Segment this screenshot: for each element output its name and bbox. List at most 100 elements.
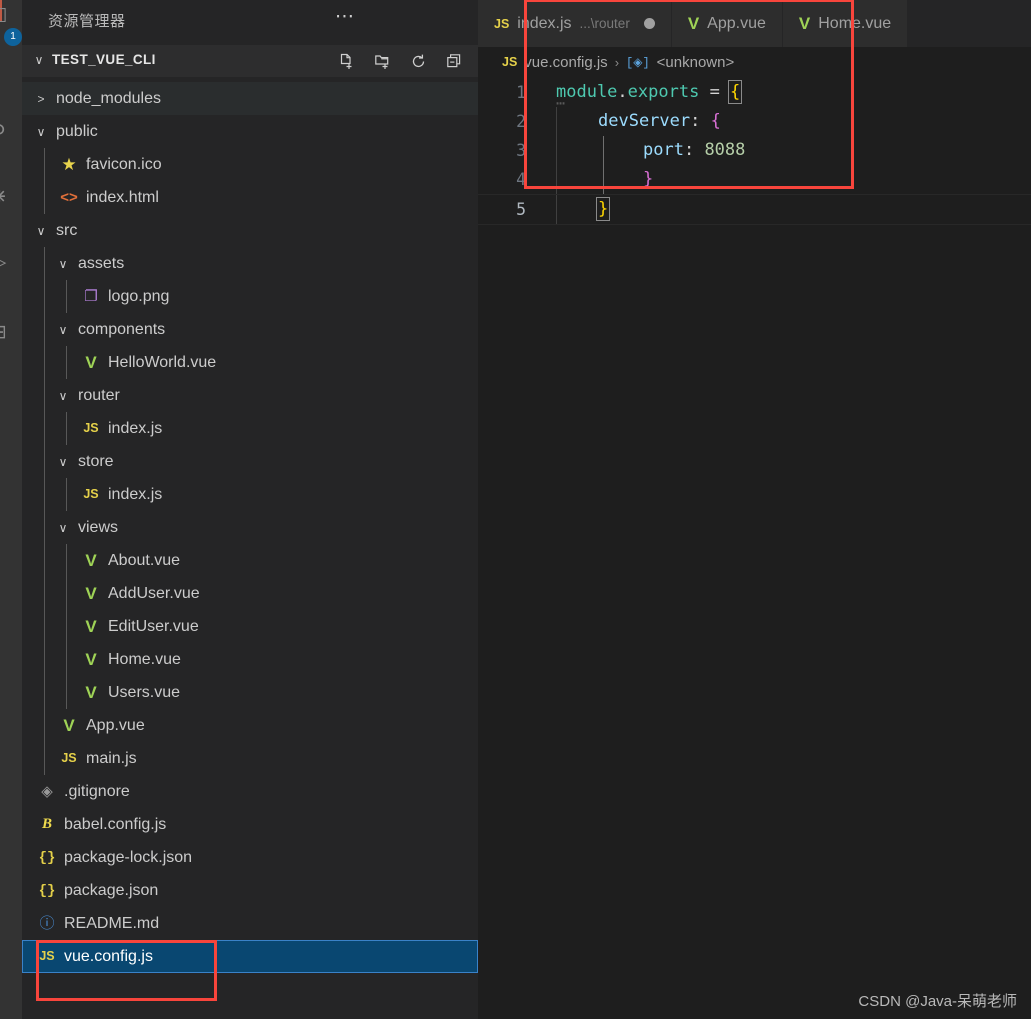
breadcrumb: JS vue.config.js › [◈] <unknown> [478,47,1031,77]
chevron-right-icon: › [614,54,620,70]
js-icon: JS [494,16,510,31]
sidebar-actions [334,49,466,73]
code-editor[interactable]: 1 module.exports = { ⋯ 2 devServer: { 3 … [478,78,1031,258]
tree-item-adduser-vue[interactable]: V AddUser.vue [22,577,478,610]
line-number: 2 [516,112,526,131]
chevron-right-icon[interactable]: > [30,92,52,106]
tree-item-public[interactable]: ∨ public [22,115,478,148]
chevron-down-icon[interactable]: ∨ [30,125,52,139]
extensions-icon[interactable]: ⊞ [0,318,14,348]
tree-item-label: components [78,320,166,338]
tab-home-vue[interactable]: V Home.vue [782,0,909,47]
tree-indent-guide [44,247,45,280]
tree-item-edituser-vue[interactable]: V EditUser.vue [22,610,478,643]
tree-item-logo-png[interactable]: ❐ logo.png [22,280,478,313]
new-file-icon[interactable] [334,49,358,73]
chevron-down-icon[interactable]: ∨ [52,455,74,469]
tree-indent-guide [44,709,45,742]
folder-section-header[interactable]: ∨ TEST_VUE_CLI [22,45,478,77]
source-control-icon[interactable]: ⋇ [0,182,14,212]
port-value: 8088 [704,140,746,160]
line-number: 5 [516,200,526,219]
tree-item-package-lock-json[interactable]: {} package-lock.json [22,841,478,874]
tree-indent-guide [44,346,45,379]
json-icon: {} [38,849,56,866]
tree-item-src[interactable]: ∨ src [22,214,478,247]
tree-indent-guide [66,676,67,709]
tree-item-about-vue[interactable]: V About.vue [22,544,478,577]
code-line[interactable]: 2 devServer: { [478,107,1031,136]
tree-item-users-vue[interactable]: V Users.vue [22,676,478,709]
line-number: 1 [516,83,526,102]
tree-item-readme-md[interactable]: ⓘ README.md [22,907,478,940]
tree-item-label: package.json [64,881,159,899]
vue-icon: V [85,584,97,603]
tree-indent-guide [66,280,67,313]
tree-item-store[interactable]: ∨ store [22,445,478,478]
collapse-all-icon[interactable] [442,49,466,73]
chevron-down-icon[interactable]: ∨ [30,224,52,238]
tree-item-assets[interactable]: ∨ assets [22,247,478,280]
code-line[interactable]: 1 module.exports = { ⋯ [478,78,1031,111]
tree-item-favicon-ico[interactable]: ★ favicon.ico [22,148,478,181]
chevron-down-icon[interactable]: ∨ [52,521,74,535]
breadcrumb-symbol[interactable]: <unknown> [657,54,735,71]
tree-item-vue-config-js[interactable]: JS vue.config.js [22,940,478,973]
tree-item-node-modules[interactable]: > node_modules [22,82,478,115]
tree-item-index-js[interactable]: JS index.js [22,478,478,511]
tree-indent-guide [44,148,45,181]
markdown-icon: ⓘ [39,915,55,932]
explorer-badge: 1 [4,28,22,46]
module-symbol-icon: [◈] [626,55,650,70]
run-debug-icon[interactable]: ▷ [0,248,14,278]
tree-indent-guide [66,346,67,379]
tree-item-label: assets [78,254,125,272]
line-number: 4 [516,170,526,189]
sidebar-more-actions-icon[interactable]: ⋯ [330,6,360,32]
chevron-down-icon: ∨ [34,53,44,67]
line-content: } [595,197,611,221]
tree-item-label: main.js [86,749,137,767]
code-line[interactable]: 3 port: 8088 [478,136,1031,165]
tree-item-index-html[interactable]: <> index.html [22,181,478,214]
tree-item-app-vue[interactable]: V App.vue [22,709,478,742]
tree-indent-guide [66,643,67,676]
code-line[interactable]: 4 } [478,165,1031,194]
tab-app-vue[interactable]: V App.vue [671,0,783,47]
new-folder-icon[interactable] [370,49,394,73]
tree-item-main-js[interactable]: JS main.js [22,742,478,775]
tree-item-router[interactable]: ∨ router [22,379,478,412]
tree-indent-guide [44,511,45,544]
line-content: port: 8088 [643,140,746,160]
tree-item-package-json[interactable]: {} package.json [22,874,478,907]
tree-item-components[interactable]: ∨ components [22,313,478,346]
refresh-icon[interactable] [406,49,430,73]
tab-dirty-indicator[interactable] [643,18,655,29]
babel-icon: B [41,816,52,832]
tree-indent-guide [66,577,67,610]
vue-icon: V [85,650,97,669]
code-line-current[interactable]: 5 } [478,194,1031,225]
tree-item-label: index.js [108,419,163,437]
chevron-down-icon[interactable]: ∨ [52,323,74,337]
tree-indent-guide [44,280,45,313]
tree-indent-guide [44,610,45,643]
tree-item-gitignore[interactable]: ◈ .gitignore [22,775,478,808]
tree-item-views[interactable]: ∨ views [22,511,478,544]
tree-item-index-js[interactable]: JS index.js [22,412,478,445]
tab-index-js[interactable]: JS index.js ...\router [478,0,672,47]
search-icon[interactable]: ⚲ [0,118,14,148]
vscode-window: ☐ 1 ⚲ ⋇ ▷ ⊞ 资源管理器 ⋯ ∨ TEST_VUE_CLI [0,0,1031,1019]
tree-item-label: vue.config.js [64,947,153,965]
js-icon: JS [502,55,518,69]
chevron-down-icon[interactable]: ∨ [52,389,74,403]
tree-item-home-vue[interactable]: V Home.vue [22,643,478,676]
tree-item-helloworld-vue[interactable]: V HelloWorld.vue [22,346,478,379]
tree-item-label: .gitignore [64,782,130,800]
image-icon: ❐ [84,288,98,305]
breadcrumb-file[interactable]: vue.config.js [524,54,607,71]
tree-item-babel-config-js[interactable]: Bbabel.config.js [22,808,478,841]
tree-item-label: views [78,518,119,536]
tree-item-label: router [78,386,120,404]
chevron-down-icon[interactable]: ∨ [52,257,74,271]
